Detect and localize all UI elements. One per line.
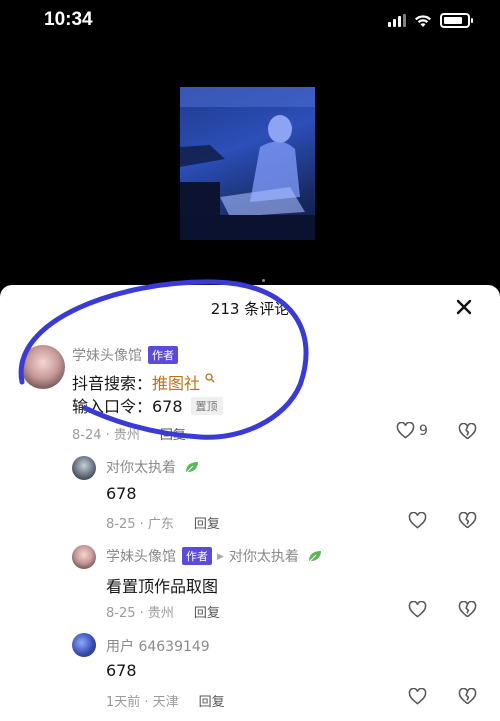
status-icons — [388, 13, 473, 28]
reply-to-username[interactable]: 对你太执着 — [229, 549, 299, 565]
leaf-icon — [186, 462, 199, 474]
broken-heart-icon[interactable] — [458, 423, 477, 440]
author-badge: 作者 — [182, 547, 212, 565]
comment-count-title: 213 条评论 — [210, 300, 290, 318]
video-thumbnail[interactable] — [180, 87, 315, 240]
username-text[interactable]: 对你太执着 — [106, 460, 176, 476]
search-icon[interactable] — [205, 373, 215, 383]
broken-heart-icon[interactable] — [458, 688, 477, 705]
comment-meta: 8-25 · 广东 回复 — [106, 513, 220, 532]
leaf-icon — [309, 551, 322, 563]
broken-heart-icon[interactable] — [458, 601, 477, 618]
comment-date-location: 8-24 · 贵州 — [72, 428, 140, 443]
status-time: 10:34 — [44, 9, 93, 30]
heart-icon[interactable] — [408, 512, 427, 529]
comment-text-line2: 输入口令：678 置顶 — [72, 393, 223, 417]
heart-icon[interactable] — [408, 688, 427, 705]
reply-button[interactable]: 回复 — [160, 428, 186, 443]
reply-button[interactable]: 回复 — [194, 517, 220, 532]
video-progress-dot — [262, 279, 265, 282]
comment-text: 678 — [106, 484, 137, 503]
pinned-badge: 置顶 — [190, 397, 223, 415]
comment-date-location: 1天前 · 天津 — [106, 695, 179, 710]
reply-arrow-icon: ▶ — [217, 552, 224, 562]
avatar[interactable] — [72, 545, 96, 569]
signal-icon — [388, 14, 406, 27]
comment-meta: 8-25 · 贵州 回复 — [106, 602, 220, 621]
comment-meta: 1天前 · 天津 回复 — [106, 691, 225, 710]
avatar[interactable] — [21, 345, 65, 389]
comment-text: 输入口令：678 — [72, 397, 183, 416]
search-link[interactable]: 推图社 — [152, 374, 200, 393]
reply-button[interactable]: 回复 — [194, 606, 220, 621]
battery-icon — [440, 13, 473, 28]
like-button[interactable]: 9 — [396, 422, 428, 439]
comment-username[interactable]: 用户 64639149 — [106, 636, 210, 656]
avatar[interactable] — [72, 456, 96, 480]
heart-icon[interactable] — [408, 601, 427, 618]
comment-date-location: 8-25 · 广东 — [106, 517, 174, 532]
heart-icon — [396, 422, 415, 439]
comment-username[interactable]: 学妹头像馆 作者 — [72, 345, 178, 365]
comment-meta: 8-24 · 贵州 回复 — [72, 424, 186, 443]
status-bar: 10:34 — [0, 0, 500, 44]
close-icon[interactable] — [454, 297, 474, 317]
username-text[interactable]: 学妹头像馆 — [72, 348, 142, 364]
avatar[interactable] — [72, 633, 96, 657]
comment-username[interactable]: 学妹头像馆 作者 ▶ 对你太执着 — [106, 546, 323, 566]
comment-date-location: 8-25 · 贵州 — [106, 606, 174, 621]
comment-username[interactable]: 对你太执着 — [106, 457, 200, 477]
author-badge: 作者 — [148, 346, 178, 364]
reply-button[interactable]: 回复 — [199, 695, 225, 710]
comment-text: 看置顶作品取图 — [106, 577, 219, 596]
video-frame-image — [180, 87, 315, 240]
wifi-icon — [415, 14, 431, 27]
comment-sheet: 213 条评论 学妹头像馆 作者 抖音搜索：推图社 输入口令：678 置顶 8-24… — [0, 285, 500, 721]
username-text[interactable]: 学妹头像馆 — [106, 549, 176, 565]
broken-heart-icon[interactable] — [458, 512, 477, 529]
comment-text-line1: 抖音搜索：推图社 — [72, 370, 215, 394]
comment-text-prefix: 抖音搜索： — [72, 374, 153, 393]
like-count: 9 — [419, 422, 428, 439]
comment-text: 678 — [106, 661, 137, 680]
